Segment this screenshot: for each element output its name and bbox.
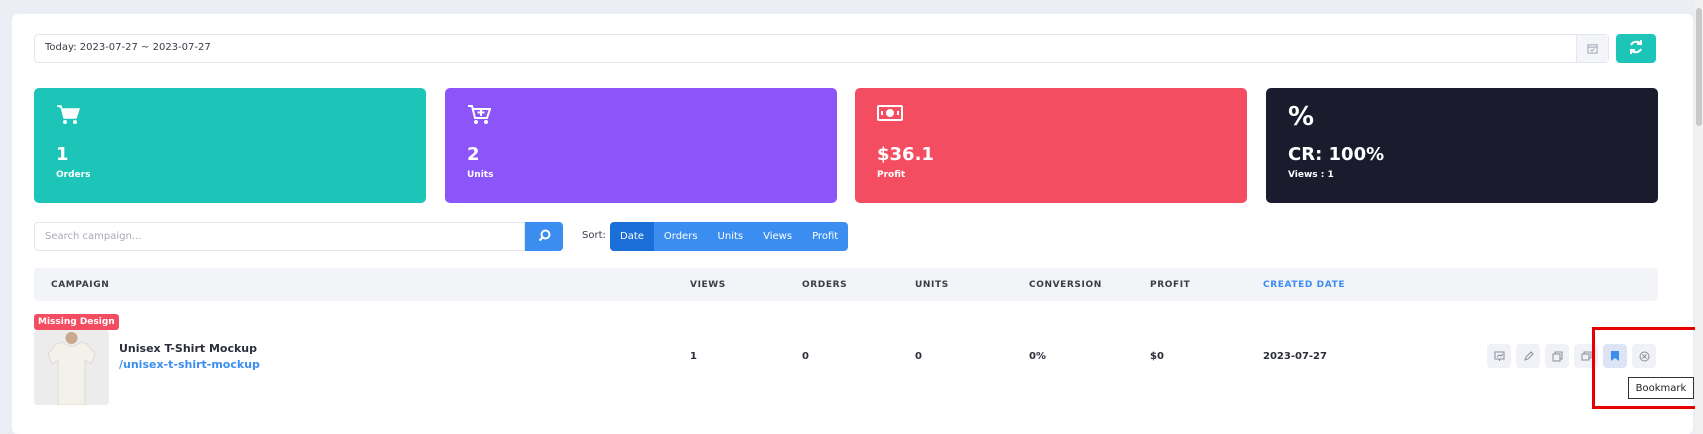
refresh-button[interactable]	[1616, 34, 1656, 63]
search-button[interactable]	[525, 222, 563, 251]
cell-conversion: 0%	[1029, 351, 1046, 362]
edit-action-button[interactable]	[1516, 344, 1540, 368]
sort-units-button[interactable]: Units	[707, 222, 754, 251]
column-header-orders: ORDERS	[802, 280, 848, 290]
chart-icon	[1494, 351, 1504, 361]
stat-value: 2	[467, 144, 480, 165]
column-header-created-date[interactable]: CREATED DATE	[1263, 280, 1345, 290]
cell-created-date: 2023-07-27	[1263, 351, 1327, 362]
campaign-name: Unisex T-Shirt Mockup	[119, 342, 257, 355]
stat-value: $36.1	[877, 144, 934, 165]
stat-label: Views : 1	[1288, 170, 1334, 180]
sort-profit-button[interactable]: Profit	[802, 222, 849, 251]
column-header-units: UNITS	[915, 280, 949, 290]
cell-views: 1	[690, 351, 697, 362]
sort-label: Sort:	[582, 230, 606, 241]
search-icon	[538, 227, 551, 246]
stat-card-orders: 1 Orders	[34, 88, 426, 203]
stat-value: 1	[56, 144, 69, 165]
duplicate-action-button[interactable]	[1545, 344, 1569, 368]
campaign-search	[34, 222, 525, 251]
cell-units: 0	[915, 351, 922, 362]
money-icon	[877, 104, 903, 126]
stat-label: Profit	[877, 170, 906, 180]
stat-label: Units	[467, 170, 494, 180]
calendar-icon[interactable]	[1576, 35, 1608, 62]
column-header-views: VIEWS	[690, 280, 726, 290]
bookmark-tooltip: Bookmark	[1628, 377, 1694, 399]
table-header: CAMPAIGN VIEWS ORDERS UNITS CONVERSION P…	[34, 268, 1658, 301]
copy-icon	[1552, 351, 1562, 361]
column-header-campaign: CAMPAIGN	[51, 280, 110, 290]
sort-views-button[interactable]: Views	[753, 222, 803, 251]
campaign-slug-link[interactable]: /unisex-t-shirt-mockup	[119, 358, 260, 371]
cart-plus-icon	[467, 104, 492, 130]
missing-design-badge: Missing Design	[34, 314, 119, 330]
sort-date-button[interactable]: Date	[610, 222, 654, 251]
stat-card-conversion: % CR: 100% Views : 1	[1266, 88, 1658, 203]
window-icon	[1581, 351, 1591, 360]
cell-profit: $0	[1150, 351, 1164, 362]
column-header-profit: PROFIT	[1150, 280, 1191, 290]
percent-icon: %	[1288, 102, 1315, 132]
date-range-value: Today: 2023-07-27 ~ 2023-07-27	[45, 42, 211, 53]
sort-button-group: Date Orders Units Views Profit	[610, 222, 849, 251]
cell-orders: 0	[802, 351, 809, 362]
stats-action-button[interactable]	[1487, 344, 1511, 368]
cart-icon	[56, 104, 81, 130]
stat-label: Orders	[56, 170, 91, 180]
pencil-icon	[1523, 350, 1534, 361]
scrollbar[interactable]	[1695, 0, 1703, 434]
stat-card-units: 2 Units	[445, 88, 837, 203]
table-row: Missing Design Unisex T-Shirt Mockup /un…	[34, 310, 1658, 405]
search-input[interactable]	[35, 223, 524, 250]
column-header-conversion: CONVERSION	[1029, 280, 1102, 290]
stat-card-profit: $36.1 Profit	[855, 88, 1247, 203]
refresh-icon	[1628, 39, 1644, 59]
sort-orders-button[interactable]: Orders	[653, 222, 708, 251]
date-range-picker[interactable]: Today: 2023-07-27 ~ 2023-07-27	[34, 34, 1609, 63]
stat-value: CR: 100%	[1288, 144, 1385, 165]
scrollbar-thumb[interactable]	[1696, 8, 1702, 126]
product-thumbnail[interactable]	[34, 330, 109, 405]
